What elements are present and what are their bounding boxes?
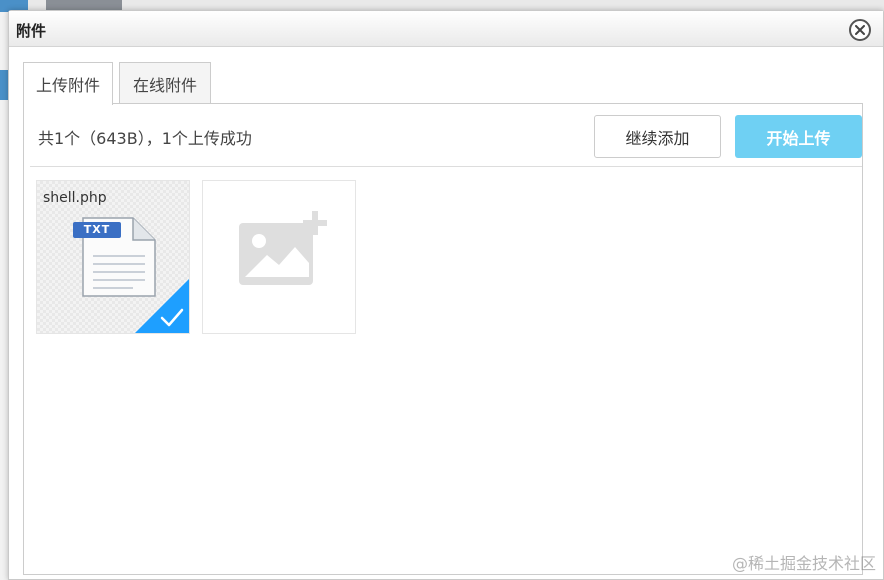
background-sidebar: [0, 70, 8, 100]
close-button[interactable]: [849, 19, 871, 41]
divider: [30, 166, 862, 167]
close-icon: [855, 25, 865, 35]
file-card[interactable]: shell.php TXT: [36, 180, 190, 334]
file-name: shell.php: [43, 190, 107, 206]
tab-online-attachment[interactable]: 在线附件: [119, 62, 211, 104]
tab-upload-attachment[interactable]: 上传附件: [23, 62, 113, 105]
dialog-title: 附件: [16, 22, 47, 40]
continue-add-button[interactable]: 继续添加: [594, 115, 721, 158]
add-image-icon: [239, 211, 327, 285]
upload-status-text: 共1个（643B），1个上传成功: [38, 129, 252, 148]
start-upload-button[interactable]: 开始上传: [735, 115, 862, 158]
file-type-badge-label: TXT: [83, 223, 111, 236]
dialog-titlebar: 附件: [9, 11, 883, 47]
upload-panel: 共1个（643B），1个上传成功 继续添加 开始上传 shell.php TXT: [23, 103, 863, 575]
upload-status-bar: 共1个（643B），1个上传成功 继续添加 开始上传: [24, 104, 862, 167]
add-file-placeholder[interactable]: [202, 180, 356, 334]
attachment-dialog: 附件 上传附件 在线附件 共1个（643B），1个上传成功 继续添加 开始上传 …: [8, 10, 884, 580]
upload-success-icon: [135, 279, 189, 333]
watermark: @稀土掘金技术社区: [731, 554, 876, 573]
